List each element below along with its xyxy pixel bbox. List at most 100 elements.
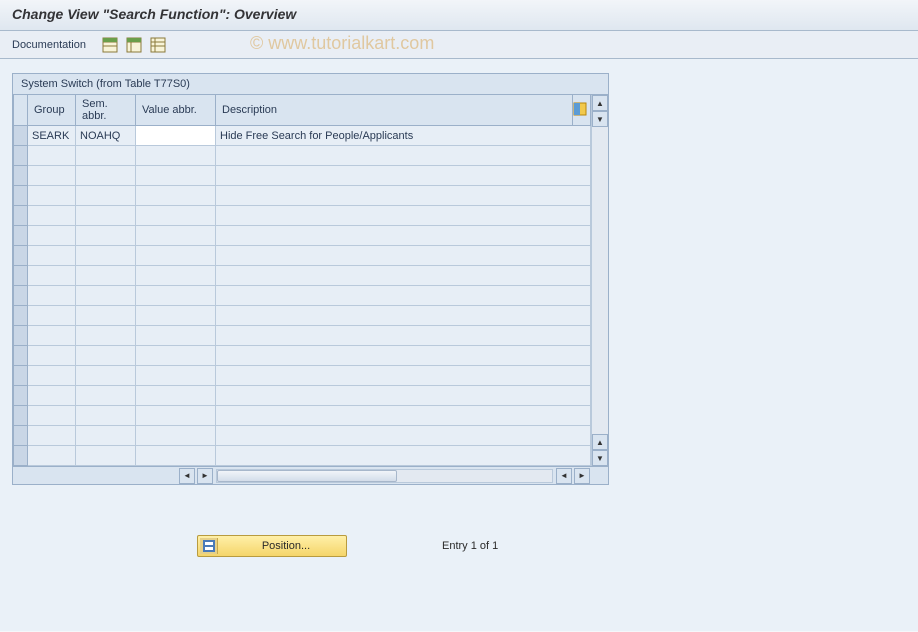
- cell-sem-abbr[interactable]: [76, 306, 136, 326]
- scroll-left-button-end[interactable]: ◄: [556, 468, 572, 484]
- cell-group[interactable]: [28, 186, 76, 206]
- cell-sem-abbr[interactable]: [76, 146, 136, 166]
- table-row[interactable]: [14, 406, 591, 426]
- cell-value-abbr[interactable]: [136, 286, 216, 306]
- cell-sem-abbr[interactable]: [76, 406, 136, 426]
- row-selector[interactable]: [14, 406, 28, 426]
- cell-description[interactable]: [216, 406, 591, 426]
- scroll-down-button-bottom[interactable]: ▼: [592, 450, 608, 466]
- cell-value-abbr[interactable]: [136, 426, 216, 446]
- cell-group[interactable]: [28, 346, 76, 366]
- cell-description[interactable]: Hide Free Search for People/Applicants: [216, 126, 591, 146]
- row-selector[interactable]: [14, 186, 28, 206]
- table-row[interactable]: [14, 246, 591, 266]
- cell-value-abbr[interactable]: [136, 446, 216, 466]
- cell-description[interactable]: [216, 186, 591, 206]
- cell-group[interactable]: [28, 266, 76, 286]
- cell-value-abbr[interactable]: [136, 386, 216, 406]
- row-selector[interactable]: [14, 346, 28, 366]
- row-selector[interactable]: [14, 126, 28, 146]
- table-row[interactable]: [14, 186, 591, 206]
- cell-value-abbr[interactable]: [136, 406, 216, 426]
- scroll-right-button-end[interactable]: ►: [574, 468, 590, 484]
- row-selector[interactable]: [14, 366, 28, 386]
- vscroll-track[interactable]: [592, 127, 608, 434]
- cell-description[interactable]: [216, 286, 591, 306]
- cell-sem-abbr[interactable]: [76, 366, 136, 386]
- cell-group[interactable]: [28, 406, 76, 426]
- cell-group[interactable]: [28, 366, 76, 386]
- cell-value-abbr[interactable]: [136, 366, 216, 386]
- table-row[interactable]: [14, 326, 591, 346]
- row-selector[interactable]: [14, 226, 28, 246]
- cell-value-abbr[interactable]: [136, 146, 216, 166]
- table-row[interactable]: [14, 426, 591, 446]
- cell-sem-abbr[interactable]: [76, 246, 136, 266]
- table-row[interactable]: [14, 366, 591, 386]
- hscroll-track[interactable]: [216, 469, 553, 483]
- cell-sem-abbr[interactable]: [76, 326, 136, 346]
- table-export-icon[interactable]: [150, 37, 166, 53]
- cell-sem-abbr[interactable]: [76, 166, 136, 186]
- cell-description[interactable]: [216, 246, 591, 266]
- scroll-up-button-bottom[interactable]: ▲: [592, 434, 608, 450]
- row-selector[interactable]: [14, 286, 28, 306]
- cell-value-abbr[interactable]: [136, 266, 216, 286]
- cell-group[interactable]: [28, 386, 76, 406]
- cell-group[interactable]: SEARK: [28, 126, 76, 146]
- cell-sem-abbr[interactable]: [76, 226, 136, 246]
- table-row[interactable]: [14, 206, 591, 226]
- cell-value-abbr[interactable]: [136, 166, 216, 186]
- table-row[interactable]: [14, 146, 591, 166]
- cell-group[interactable]: [28, 166, 76, 186]
- cell-sem-abbr[interactable]: NOAHQ: [76, 126, 136, 146]
- hscroll-thumb[interactable]: [217, 470, 397, 482]
- table-row[interactable]: [14, 226, 591, 246]
- table-row[interactable]: [14, 266, 591, 286]
- column-header-sem-abbr[interactable]: Sem. abbr.: [76, 95, 136, 126]
- row-selector[interactable]: [14, 446, 28, 466]
- table-row[interactable]: SEARKNOAHQ Hide Free Search for People/Ap…: [14, 126, 591, 146]
- row-selector[interactable]: [14, 386, 28, 406]
- cell-value-abbr[interactable]: [136, 226, 216, 246]
- cell-value-abbr[interactable]: [136, 126, 216, 146]
- cell-sem-abbr[interactable]: [76, 286, 136, 306]
- cell-description[interactable]: [216, 326, 591, 346]
- row-selector[interactable]: [14, 326, 28, 346]
- vertical-scrollbar[interactable]: ▲ ▼ ▲ ▼: [591, 95, 608, 466]
- cell-group[interactable]: [28, 426, 76, 446]
- cell-sem-abbr[interactable]: [76, 446, 136, 466]
- documentation-label[interactable]: Documentation: [12, 39, 86, 51]
- table-view-icon[interactable]: [102, 37, 118, 53]
- cell-sem-abbr[interactable]: [76, 346, 136, 366]
- row-selector[interactable]: [14, 426, 28, 446]
- cell-sem-abbr[interactable]: [76, 426, 136, 446]
- cell-sem-abbr[interactable]: [76, 186, 136, 206]
- cell-group[interactable]: [28, 306, 76, 326]
- cell-value-abbr[interactable]: [136, 246, 216, 266]
- table-row[interactable]: [14, 306, 591, 326]
- cell-description[interactable]: [216, 346, 591, 366]
- cell-value-abbr[interactable]: [136, 306, 216, 326]
- row-selector[interactable]: [14, 266, 28, 286]
- row-selector[interactable]: [14, 146, 28, 166]
- cell-description[interactable]: [216, 166, 591, 186]
- row-selector[interactable]: [14, 166, 28, 186]
- row-selector[interactable]: [14, 206, 28, 226]
- cell-group[interactable]: [28, 286, 76, 306]
- scroll-down-button[interactable]: ▼: [592, 111, 608, 127]
- cell-description[interactable]: [216, 306, 591, 326]
- table-row[interactable]: [14, 286, 591, 306]
- table-row[interactable]: [14, 166, 591, 186]
- cell-description[interactable]: [216, 386, 591, 406]
- table-row[interactable]: [14, 386, 591, 406]
- scroll-right-button[interactable]: ►: [197, 468, 213, 484]
- column-header-value-abbr[interactable]: Value abbr.: [136, 95, 216, 126]
- cell-group[interactable]: [28, 246, 76, 266]
- table-settings-icon[interactable]: [126, 37, 142, 53]
- cell-value-abbr[interactable]: [136, 346, 216, 366]
- scroll-up-button[interactable]: ▲: [592, 95, 608, 111]
- column-header-group[interactable]: Group: [28, 95, 76, 126]
- cell-group[interactable]: [28, 226, 76, 246]
- cell-description[interactable]: [216, 206, 591, 226]
